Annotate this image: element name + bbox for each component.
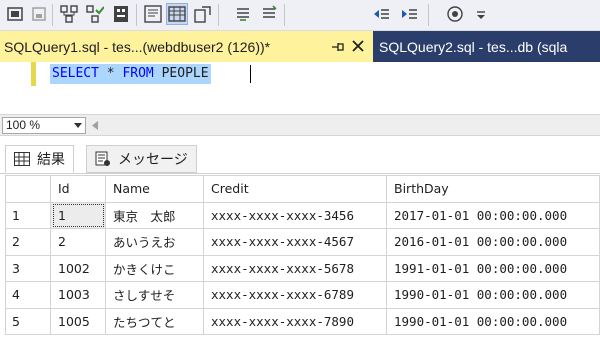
tab-messages[interactable]: メッセージ [86, 145, 197, 173]
uncomment-icon[interactable] [258, 3, 280, 25]
column-header-credit[interactable]: Credit [203, 175, 387, 203]
results-to-file-alt-icon[interactable] [192, 3, 214, 25]
column-header-id[interactable]: Id [50, 175, 106, 203]
table-row[interactable]: 1 1 東京 太郎 xxxx-xxxx-xxxx-3456 2017-01-01… [5, 201, 600, 229]
results-grid: Id Name Credit BirthDay 1 1 東京 太郎 xxxx-x… [5, 175, 600, 335]
results-grid-area: Id Name Credit BirthDay 1 1 東京 太郎 xxxx-x… [0, 175, 600, 343]
toolbar-separator [52, 4, 53, 26]
sql-editor[interactable]: SELECT * FROM PEOPLE [0, 62, 600, 114]
results-tab-strip: 結果 メッセージ [0, 136, 600, 174]
cell-credit[interactable]: xxxx-xxxx-xxxx-7890 [203, 307, 387, 335]
cell-name[interactable]: かきくけこ [105, 254, 204, 282]
chevron-down-icon [74, 123, 82, 128]
decrease-indent-icon[interactable] [370, 3, 392, 25]
cell-name[interactable]: さしすせそ [105, 281, 204, 309]
message-icon [95, 151, 110, 166]
tab-label: SQLQuery1.sql - tes...(webdbuser2 (126))… [4, 38, 271, 55]
cell-name[interactable]: あいうえお [105, 228, 204, 256]
results-to-grid-icon[interactable] [166, 3, 188, 25]
cell-credit[interactable]: xxxx-xxxx-xxxx-4567 [203, 228, 387, 256]
cell-id[interactable]: 1002 [50, 254, 106, 282]
query-toolbar [0, 0, 600, 31]
parse-icon[interactable] [84, 3, 106, 25]
cell-name[interactable]: たちつてと [105, 307, 204, 335]
cell-birthday[interactable]: 1990-01-01 00:00:00.000 [386, 307, 600, 335]
toolbar-separator [136, 4, 137, 26]
results-to-text-icon[interactable] [142, 3, 164, 25]
tab-results[interactable]: 結果 [5, 145, 74, 173]
table-row[interactable]: 4 1003 さしすせそ xxxx-xxxx-xxxx-6789 1990-01… [5, 281, 600, 309]
overflow-icon[interactable] [470, 3, 492, 25]
table-row[interactable]: 5 1005 たちつてと xxxx-xxxx-xxxx-7890 1990-01… [5, 307, 600, 335]
change-indicator [31, 62, 36, 86]
cell-birthday[interactable]: 2016-01-01 00:00:00.000 [386, 228, 600, 256]
row-number[interactable]: 1 [5, 201, 51, 229]
zoom-select[interactable]: 100 % [2, 117, 86, 134]
keyword-from: FROM [122, 66, 154, 81]
row-number[interactable]: 4 [5, 281, 51, 309]
close-icon[interactable] [351, 39, 365, 53]
toolbar-separator [284, 4, 285, 26]
code-line[interactable]: SELECT * FROM PEOPLE [50, 64, 211, 84]
column-header-birthday[interactable]: BirthDay [386, 175, 600, 203]
pin-icon[interactable] [331, 40, 345, 54]
debug-icon[interactable] [58, 3, 80, 25]
tab-messages-label: メッセージ [118, 151, 188, 167]
increase-indent-icon[interactable] [398, 3, 420, 25]
comment-icon[interactable] [232, 3, 254, 25]
zoom-value: 100 % [6, 118, 41, 132]
cell-credit[interactable]: xxxx-xxxx-xxxx-6789 [203, 281, 387, 309]
specify-values-icon[interactable] [444, 3, 466, 25]
cell-name[interactable]: 東京 太郎 [105, 201, 204, 229]
cell-id[interactable]: 2 [50, 228, 106, 256]
cell-birthday[interactable]: 1991-01-01 00:00:00.000 [386, 254, 600, 282]
query-options-icon[interactable] [110, 3, 132, 25]
document-tab-strip: SQLQuery1.sql - tes...(webdbuser2 (126))… [0, 31, 600, 62]
cell-credit[interactable]: xxxx-xxxx-xxxx-3456 [203, 201, 387, 229]
zoom-bar: 100 % [0, 114, 600, 136]
row-number[interactable]: 5 [5, 307, 51, 335]
text-caret [250, 65, 251, 83]
cell-birthday[interactable]: 2017-01-01 00:00:00.000 [386, 201, 600, 229]
tab-sqlquery2[interactable]: SQLQuery2.sql - tes...db (sqla [379, 31, 567, 62]
cell-birthday[interactable]: 1990-01-01 00:00:00.000 [386, 281, 600, 309]
table-name: PEOPLE [153, 66, 209, 81]
tab-sqlquery1[interactable]: SQLQuery1.sql - tes...(webdbuser2 (126))… [0, 31, 373, 62]
scroll-left-icon[interactable] [92, 121, 98, 130]
tab-label: SQLQuery2.sql - tes...db (sqla [379, 38, 568, 55]
table-row[interactable]: 2 2 あいうえお xxxx-xxxx-xxxx-4567 2016-01-01… [5, 228, 600, 256]
column-header-name[interactable]: Name [105, 175, 204, 203]
disabled-icon[interactable] [28, 3, 50, 25]
toolbar-separator [428, 4, 429, 26]
grid-header-row: Id Name Credit BirthDay [5, 175, 600, 203]
cell-credit[interactable]: xxxx-xxxx-xxxx-5678 [203, 254, 387, 282]
cell-id[interactable]: 1 [50, 201, 106, 229]
column-header-rownum [5, 175, 51, 203]
cell-id[interactable]: 1005 [50, 307, 106, 335]
results-to-file-icon[interactable] [4, 3, 26, 25]
table-row[interactable]: 3 1002 かきくけこ xxxx-xxxx-xxxx-5678 1991-01… [5, 254, 600, 282]
toolbar-separator [218, 4, 219, 26]
operator-star: * [98, 66, 123, 81]
tab-results-label: 結果 [37, 151, 65, 167]
keyword-select: SELECT [52, 66, 99, 81]
cell-id[interactable]: 1003 [50, 281, 106, 309]
row-number[interactable]: 2 [5, 228, 51, 256]
row-number[interactable]: 3 [5, 254, 51, 282]
grid-icon [14, 152, 30, 166]
